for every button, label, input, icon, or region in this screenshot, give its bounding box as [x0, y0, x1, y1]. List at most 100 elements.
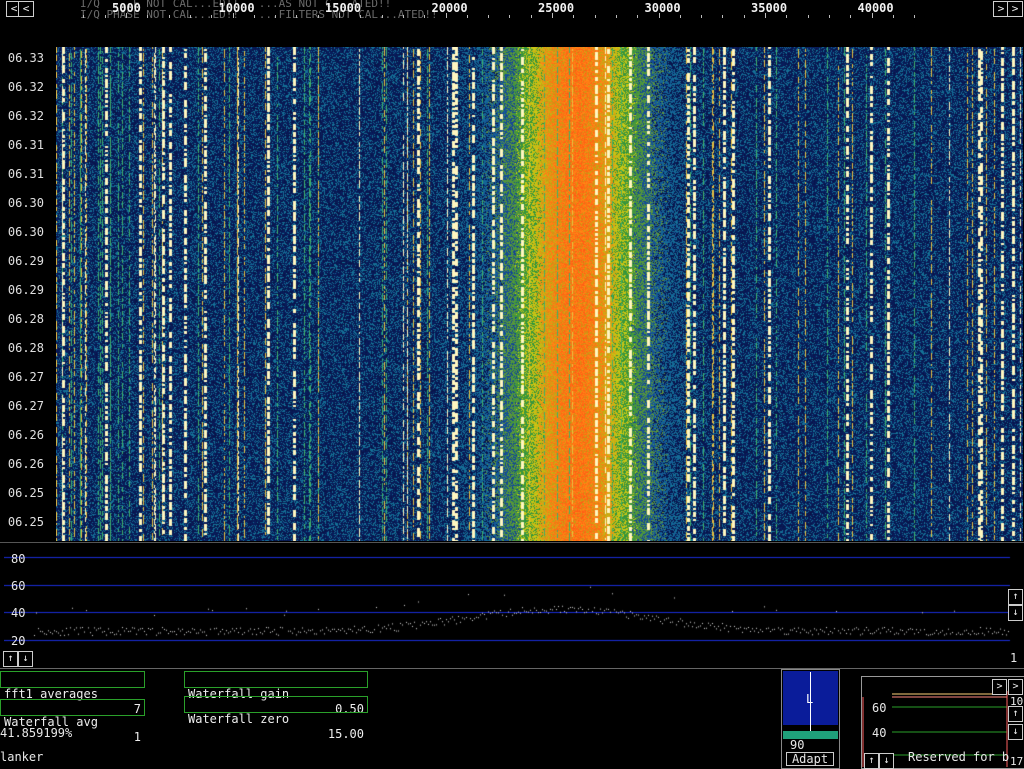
freq-tick-label: 35000 [751, 1, 788, 15]
agc-level-60: 60 [872, 701, 887, 715]
freq-tick-mark [275, 15, 277, 18]
freq-tick-mark [339, 13, 340, 18]
spectrum-scale-up-button[interactable]: ↑ [1008, 589, 1023, 605]
freq-tick-mark [211, 15, 213, 18]
spectrum-panel: 80 60 40 20 ↑ ↓ ↑ ↓ 1 [0, 542, 1024, 669]
scroll-right-fast-button[interactable]: > [1007, 1, 1023, 17]
waterfall-zero-label: Waterfall zero [188, 712, 290, 726]
spectrum-count: 1 [1010, 651, 1018, 665]
freq-tick-mark [807, 15, 809, 18]
freq-tick-mark [424, 15, 426, 18]
time-label: 06.27 [7, 370, 44, 384]
meter-letter: L [806, 692, 814, 706]
waterfall-gain-box[interactable]: Waterfall gain 0.50 [184, 671, 368, 716]
time-label: 06.25 [7, 486, 44, 500]
waterfall-zero-box[interactable]: Waterfall zero 15.00 [184, 696, 368, 741]
y-label-40: 40 [11, 606, 26, 620]
y-label-60: 60 [11, 579, 26, 593]
freq-tick-mark [126, 13, 127, 18]
freq-tick-mark [679, 15, 681, 18]
time-label: 06.26 [7, 428, 44, 442]
adapt-button[interactable]: Adapt [786, 752, 834, 766]
freq-tick-mark [701, 15, 703, 18]
agc-bottom-right: 17 [1010, 755, 1024, 768]
time-label: 06.29 [7, 283, 44, 297]
meter-value: 90 [790, 738, 805, 752]
agc-scroll-up-button[interactable]: ↑ [864, 753, 879, 769]
freq-tick-mark [743, 15, 745, 18]
freq-tick-mark [168, 15, 170, 18]
waterfall-avg-box[interactable]: Waterfall avg 1 [0, 699, 145, 744]
freq-tick-mark [573, 15, 575, 18]
freq-tick-mark [317, 15, 319, 18]
freq-tick-label: 10000 [218, 1, 255, 15]
spectrum-scale-down-button[interactable]: ↓ [1008, 605, 1023, 621]
reserved-label: Reserved for b [908, 750, 1010, 764]
status-word: lanker [0, 750, 44, 764]
time-label: 06.32 [7, 109, 44, 123]
freq-tick-mark [402, 15, 404, 18]
fft1-averages-box[interactable]: fft1 averages 7 [0, 671, 145, 716]
freq-tick-mark [509, 15, 511, 18]
time-label: 06.29 [7, 254, 44, 268]
time-label: 06.33 [7, 51, 44, 65]
freq-tick-mark [360, 15, 362, 18]
freq-tick-mark [914, 15, 916, 18]
time-label: 06.28 [7, 312, 44, 326]
time-label: 06.30 [7, 225, 44, 239]
freq-tick-mark [83, 15, 85, 18]
spectrum-down-button[interactable]: ↓ [18, 651, 33, 667]
agc-panel: 60 40 10 17 > > ↑ ↓ ↑ ↓ Reserved for b [861, 676, 1024, 769]
waterfall-zero-value[interactable]: 15.00 [328, 727, 364, 742]
spectrum-up-button[interactable]: ↑ [3, 651, 18, 667]
s-meter: L 90 Adapt [781, 669, 840, 769]
agc-scroll-down-button[interactable]: ↓ [879, 753, 894, 769]
freq-tick-mark [615, 15, 617, 18]
waterfall-display[interactable] [56, 47, 1023, 541]
waterfall-avg-value[interactable]: 1 [134, 730, 141, 745]
freq-tick-mark [786, 15, 788, 18]
time-label: 06.26 [7, 457, 44, 471]
freq-tick-mark [488, 15, 490, 18]
time-label: 06.28 [7, 341, 44, 355]
freq-tick-mark [658, 13, 660, 18]
freq-tick-mark [594, 15, 596, 18]
freq-tick-mark [530, 15, 532, 18]
freq-tick-mark [147, 15, 149, 18]
freq-tick-label: 20000 [431, 1, 468, 15]
freq-tick-label: 15000 [325, 1, 362, 15]
agc-level-40: 40 [872, 726, 887, 740]
time-label: 06.25 [7, 515, 44, 529]
freq-tick-mark [722, 15, 724, 18]
freq-tick-mark [765, 13, 766, 18]
freq-tick-mark [850, 15, 852, 18]
freq-tick-mark [828, 15, 830, 18]
freq-tick-mark [892, 15, 894, 18]
time-label: 06.30 [7, 196, 44, 210]
time-label: 06.27 [7, 399, 44, 413]
agc-right-button[interactable]: > [992, 679, 1007, 695]
freq-tick-mark [104, 15, 106, 18]
freq-tick-mark [296, 15, 298, 18]
agc-up-button[interactable]: ↑ [1008, 706, 1023, 722]
freq-tick-mark [552, 13, 553, 18]
freq-tick-label: 25000 [538, 1, 575, 15]
frequency-scale: < < > > I/Q ...E NOT CAL...ED!! ...AS NO… [0, 0, 1024, 21]
freq-tick-label: 30000 [644, 1, 681, 15]
freq-tick-mark [189, 15, 191, 18]
agc-right-fast-button[interactable]: > [1008, 679, 1023, 695]
time-label: 06.31 [7, 167, 44, 181]
freq-tick-mark [871, 13, 873, 18]
y-label-20: 20 [11, 634, 26, 648]
cpu-load: 41.859199% [0, 726, 73, 740]
spectrum-graph[interactable] [4, 545, 1014, 657]
scroll-left-fast-button[interactable]: < [18, 1, 34, 17]
agc-down-button[interactable]: ↓ [1008, 724, 1023, 740]
time-label: 06.32 [7, 80, 44, 94]
freq-tick-mark [445, 13, 447, 18]
time-label: 06.31 [7, 138, 44, 152]
freq-tick-mark [466, 15, 468, 18]
freq-tick-mark [232, 13, 234, 18]
freq-tick-mark [381, 15, 383, 18]
freq-tick-mark [253, 15, 255, 18]
